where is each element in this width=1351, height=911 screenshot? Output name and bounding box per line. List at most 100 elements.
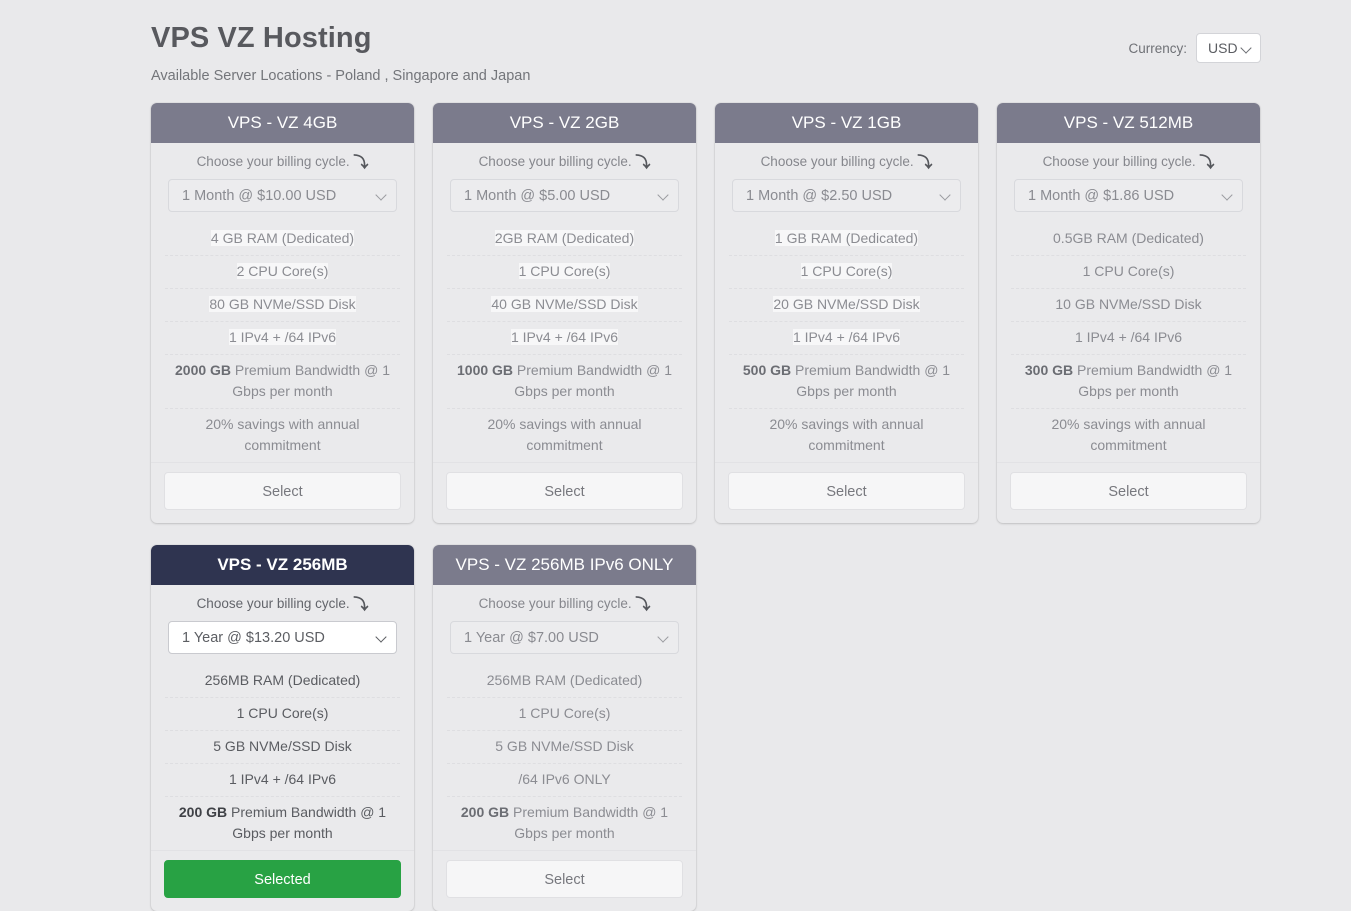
feature-item-label: 1 CPU Core(s) <box>800 263 893 279</box>
feature-item-label: 40 GB NVMe/SSD Disk <box>491 296 638 312</box>
plan-title: VPS - VZ 2GB <box>433 103 696 143</box>
feature-item: 2 CPU Core(s) <box>165 255 400 288</box>
feature-item: 20% savings with annual commitment <box>447 408 682 462</box>
plan-footer: Selected <box>151 850 414 911</box>
billing-cycle-select[interactable]: 1 Month @ $1.86 USD <box>1014 179 1243 212</box>
pricing-page: VPS VZ Hosting Available Server Location… <box>0 0 1351 911</box>
billing-cycle-label: Choose your billing cycle. ⤵ <box>450 153 679 171</box>
feature-item: 1 IPv4 + /64 IPv6 <box>729 321 964 354</box>
feature-item-value: 300 GB <box>1024 362 1074 378</box>
billing-cycle-select[interactable]: 1 Year @ $7.00 USD <box>450 621 679 654</box>
feature-item-label: 1 IPv4 + /64 IPv6 <box>510 329 618 345</box>
select-button[interactable]: Select <box>164 472 401 510</box>
billing-cycle-label: Choose your billing cycle. ⤵ <box>168 595 397 613</box>
feature-item-value: 2000 GB <box>175 362 232 378</box>
chevron-down-icon <box>1222 190 1233 201</box>
billing-cycle-area: Choose your billing cycle. ⤵ 1 Month @ $1… <box>151 143 414 223</box>
billing-cycle-area: Choose your billing cycle. ⤵ 1 Year @ $13… <box>151 585 414 665</box>
plan-card: VPS - VZ 1GB Choose your billing cycle. ⤵… <box>715 103 978 523</box>
currency-select[interactable]: USD <box>1196 33 1261 63</box>
billing-cycle-label: Choose your billing cycle. ⤵ <box>450 595 679 613</box>
feature-item-label: 20 GB NVMe/SSD Disk <box>773 296 920 312</box>
feature-item-value: 500 GB <box>742 362 792 378</box>
feature-list: 1 GB RAM (Dedicated) 1 CPU Core(s) 20 GB N… <box>715 223 978 462</box>
feature-item-label: Premium Bandwidth @ 1 Gbps per month <box>791 362 951 399</box>
plan-grid: VPS - VZ 4GB Choose your billing cycle. ⤵… <box>151 103 1261 911</box>
feature-item: 0.5GB RAM (Dedicated) <box>1011 223 1246 255</box>
feature-item-label: 1 IPv4 + /64 IPv6 <box>792 329 900 345</box>
feature-list: 256MB RAM (Dedicated) 1 CPU Core(s) 5 GB N… <box>433 665 696 850</box>
feature-item: 500 GB Premium Bandwidth @ 1 Gbps per mo… <box>729 354 964 408</box>
feature-item-label: 1 CPU Core(s) <box>518 263 611 279</box>
feature-item-label: Premium Bandwidth @ 1 Gbps per month <box>231 362 390 399</box>
plan-title: VPS - VZ 256MB <box>151 545 414 585</box>
feature-item-label: 1 GB RAM (Dedicated) <box>774 230 919 246</box>
feature-item-label: 20% savings with annual commitment <box>1051 416 1206 453</box>
feature-item: 256MB RAM (Dedicated) <box>165 665 400 697</box>
plan-footer: Select <box>997 462 1260 523</box>
selected-button[interactable]: Selected <box>164 860 401 898</box>
feature-item: 1 IPv4 + /64 IPv6 <box>165 763 400 796</box>
feature-item-label: /64 IPv6 ONLY <box>518 771 611 787</box>
feature-item: 1 CPU Core(s) <box>729 255 964 288</box>
feature-item-label: 1 IPv4 + /64 IPv6 <box>228 771 336 787</box>
feature-item-label: 10 GB NVMe/SSD Disk <box>1055 296 1202 312</box>
billing-cycle-select[interactable]: 1 Year @ $13.20 USD <box>168 621 397 654</box>
chevron-down-icon <box>658 632 669 643</box>
billing-cycle-select[interactable]: 1 Month @ $2.50 USD <box>732 179 961 212</box>
feature-list: 0.5GB RAM (Dedicated) 1 CPU Core(s) 10 GB … <box>997 223 1260 462</box>
chevron-down-icon <box>1241 43 1252 54</box>
feature-item-label: Premium Bandwidth @ 1 Gbps per month <box>1073 362 1233 399</box>
feature-item: 256MB RAM (Dedicated) <box>447 665 682 697</box>
feature-item: 2000 GB Premium Bandwidth @ 1 Gbps per m… <box>165 354 400 408</box>
select-button[interactable]: Select <box>1010 472 1247 510</box>
billing-cycle-area: Choose your billing cycle. ⤵ 1 Year @ $7.… <box>433 585 696 665</box>
chevron-down-icon <box>376 190 387 201</box>
feature-item: 5 GB NVMe/SSD Disk <box>165 730 400 763</box>
feature-item: 40 GB NVMe/SSD Disk <box>447 288 682 321</box>
billing-cycle-value: 1 Year @ $13.20 USD <box>182 629 325 646</box>
billing-cycle-label: Choose your billing cycle. ⤵ <box>732 153 961 171</box>
plan-footer: Select <box>433 850 696 911</box>
plan-title: VPS - VZ 512MB <box>997 103 1260 143</box>
plan-card: VPS - VZ 256MB IPv6 ONLY Choose your bill… <box>433 545 696 911</box>
feature-item-label: 1 IPv4 + /64 IPv6 <box>1074 329 1182 345</box>
billing-cycle-label-text: Choose your billing cycle. <box>196 596 350 611</box>
billing-cycle-select[interactable]: 1 Month @ $5.00 USD <box>450 179 679 212</box>
feature-item-value: 1000 GB <box>457 362 514 378</box>
chevron-down-icon <box>940 190 951 201</box>
feature-item-label: 20% savings with annual commitment <box>487 416 642 453</box>
feature-item: 1 CPU Core(s) <box>447 697 682 730</box>
billing-cycle-area: Choose your billing cycle. ⤵ 1 Month @ $5… <box>433 143 696 223</box>
plan-title: VPS - VZ 256MB IPv6 ONLY <box>433 545 696 585</box>
curved-arrow-down-icon: ⤵ <box>353 596 369 613</box>
feature-item-label: 1 CPU Core(s) <box>1082 263 1175 279</box>
feature-item-label: 1 CPU Core(s) <box>518 705 611 721</box>
billing-cycle-select[interactable]: 1 Month @ $10.00 USD <box>168 179 397 212</box>
billing-cycle-label-text: Choose your billing cycle. <box>1042 154 1196 169</box>
feature-item: 20% savings with annual commitment <box>165 408 400 462</box>
billing-cycle-value: 1 Month @ $2.50 USD <box>746 187 893 204</box>
feature-item-label: 256MB RAM (Dedicated) <box>204 672 361 688</box>
select-button[interactable]: Select <box>728 472 965 510</box>
plan-card: VPS - VZ 2GB Choose your billing cycle. ⤵… <box>433 103 696 523</box>
billing-cycle-value: 1 Month @ $5.00 USD <box>464 187 611 204</box>
page-title: VPS VZ Hosting <box>151 22 372 54</box>
curved-arrow-down-icon: ⤵ <box>353 154 369 171</box>
feature-item: 200 GB Premium Bandwidth @ 1 Gbps per mo… <box>447 796 682 850</box>
billing-cycle-label-text: Choose your billing cycle. <box>760 154 914 169</box>
feature-item-label: 0.5GB RAM (Dedicated) <box>1053 230 1204 246</box>
select-button[interactable]: Select <box>446 860 683 898</box>
feature-item: 20% savings with annual commitment <box>1011 408 1246 462</box>
feature-item: 200 GB Premium Bandwidth @ 1 Gbps per mo… <box>165 796 400 850</box>
select-button[interactable]: Select <box>446 472 683 510</box>
feature-item: 1 GB RAM (Dedicated) <box>729 223 964 255</box>
plan-card: VPS - VZ 256MB Choose your billing cycle.… <box>151 545 414 911</box>
page-subtitle: Available Server Locations - Poland , Si… <box>151 68 531 84</box>
plan-card: VPS - VZ 512MB Choose your billing cycle.… <box>997 103 1260 523</box>
feature-item: 4 GB RAM (Dedicated) <box>165 223 400 255</box>
feature-item-value: 200 GB <box>460 804 510 820</box>
feature-item: 1 CPU Core(s) <box>1011 255 1246 288</box>
billing-cycle-label: Choose your billing cycle. ⤵ <box>168 153 397 171</box>
feature-item-label: 256MB RAM (Dedicated) <box>486 672 643 688</box>
